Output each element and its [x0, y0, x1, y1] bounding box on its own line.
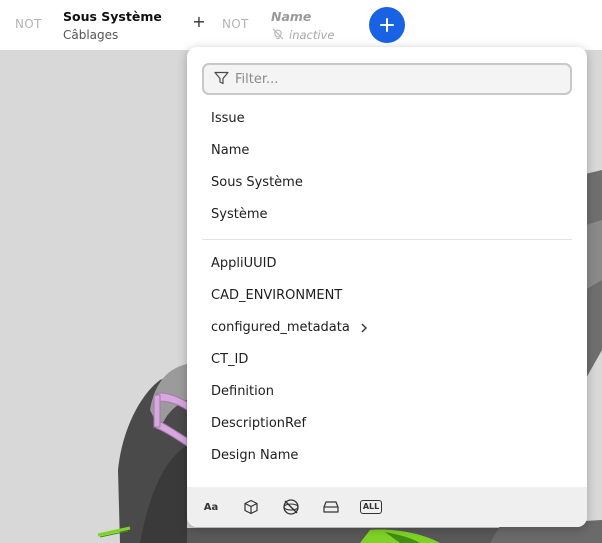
menu-item-ct-id[interactable]: CT_ID	[211, 352, 248, 367]
filter-search-box[interactable]	[202, 63, 572, 95]
filter-bar: NOT Sous Système Câblages + NOT Name ina…	[0, 0, 602, 50]
box-stack-icon[interactable]	[320, 496, 342, 518]
menu-item-definition[interactable]: Definition	[211, 384, 274, 399]
menu-item-configured-metadata[interactable]: configured_metadata	[211, 320, 368, 335]
not-toggle-1[interactable]: NOT	[15, 17, 42, 31]
add-filter-button[interactable]	[369, 7, 405, 43]
no-sphere-icon[interactable]	[280, 496, 302, 518]
inactive-status: inactive	[271, 27, 334, 43]
menu-item-cad-environment[interactable]: CAD_ENVIRONMENT	[211, 288, 342, 303]
filter-input[interactable]	[235, 67, 555, 91]
menu-item-design-name[interactable]: Design Name	[211, 448, 298, 463]
text-type-icon[interactable]: Aa	[200, 496, 222, 518]
filter-chip-title: Sous Système	[63, 9, 162, 24]
menu-item-descriptionref[interactable]: DescriptionRef	[211, 416, 306, 431]
not-toggle-2[interactable]: NOT	[222, 17, 249, 31]
menu-divider	[202, 239, 572, 240]
plus-icon	[380, 18, 394, 32]
menu-item-label: configured_metadata	[211, 320, 350, 335]
add-condition-button[interactable]: +	[192, 12, 206, 32]
bulb-off-icon	[271, 27, 285, 44]
filter-chip-title: Name	[271, 9, 312, 24]
menu-item-appliuuid[interactable]: AppliUUID	[211, 256, 277, 271]
cube-icon[interactable]	[240, 496, 262, 518]
menu-item-systeme[interactable]: Système	[211, 207, 267, 222]
filter-chip-value: Câblages	[63, 28, 119, 42]
all-label: ALL	[359, 500, 383, 514]
attribute-dropdown: Issue Name Sous Système Système AppliUUI…	[187, 47, 587, 527]
menu-item-issue[interactable]: Issue	[211, 111, 245, 126]
menu-item-sous-systeme[interactable]: Sous Système	[211, 175, 303, 190]
text-type-label: Aa	[203, 501, 219, 513]
menu-item-name[interactable]: Name	[211, 143, 249, 158]
all-icon[interactable]: ALL	[359, 496, 383, 518]
dropdown-footer: Aa ALL	[187, 487, 587, 527]
inactive-label: inactive	[289, 28, 335, 42]
chevron-right-icon	[360, 323, 368, 333]
filter-icon	[214, 70, 229, 89]
